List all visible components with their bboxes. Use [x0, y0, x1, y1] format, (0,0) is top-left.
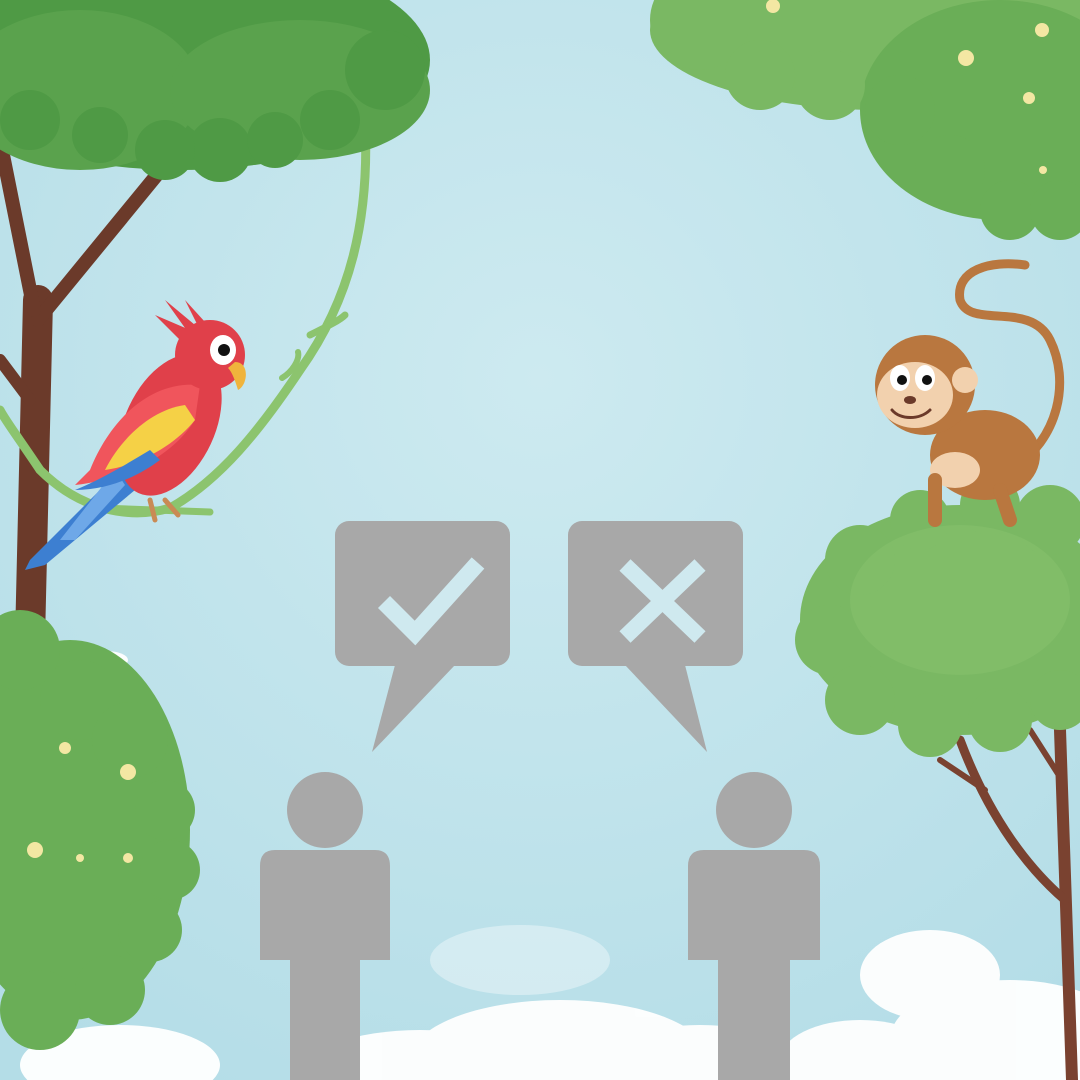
- scene: [0, 0, 1080, 1080]
